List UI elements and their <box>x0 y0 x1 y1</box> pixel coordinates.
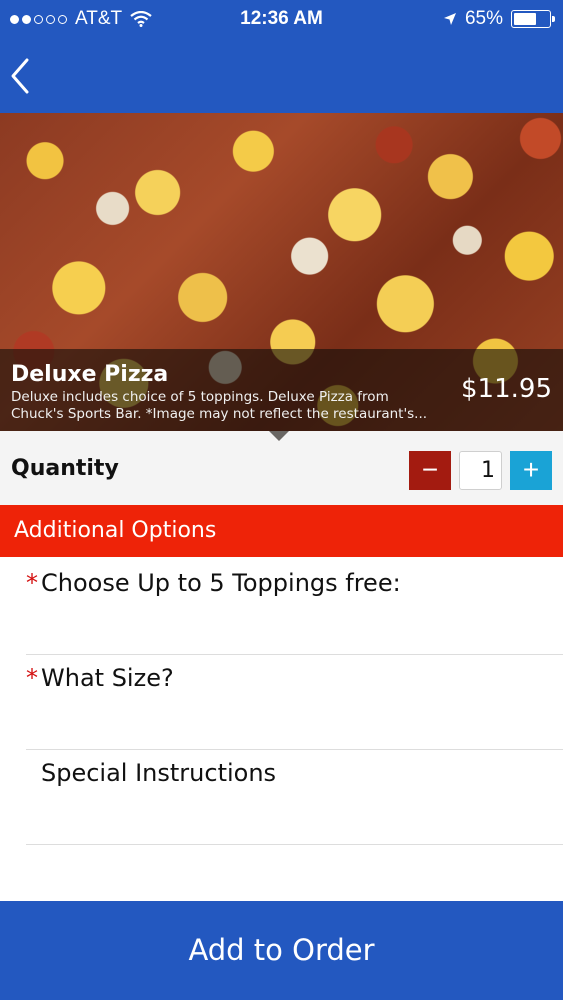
chevron-left-icon <box>11 58 29 94</box>
option-label: Choose Up to 5 Toppings free: <box>41 569 401 597</box>
item-description: Deluxe includes choice of 5 toppings. De… <box>11 389 451 423</box>
option-toppings[interactable]: * Choose Up to 5 Toppings free: <box>26 560 563 655</box>
quantity-label: Quantity <box>11 456 119 481</box>
battery-percent: 65% <box>464 8 503 29</box>
back-button[interactable] <box>8 56 40 100</box>
battery-icon <box>511 10 555 28</box>
option-special-instructions[interactable]: Special Instructions <box>26 750 563 845</box>
status-bar: AT&T 12:36 AM 65% <box>0 0 563 38</box>
increase-quantity-button[interactable]: + <box>510 451 552 490</box>
decrease-quantity-button[interactable]: − <box>409 451 451 490</box>
top-bar: AT&T 12:36 AM 65% <box>0 0 563 113</box>
item-price: $11.95 <box>461 374 552 404</box>
option-size[interactable]: * What Size? <box>26 655 563 750</box>
item-description-line: Chuck's Sports Bar. *Image may not refle… <box>11 406 428 422</box>
option-label: What Size? <box>41 664 174 692</box>
item-description-line: Deluxe includes choice of 5 toppings. De… <box>11 389 389 405</box>
additional-options-header: Additional Options <box>0 505 563 557</box>
required-marker: * <box>26 664 38 692</box>
add-to-order-button[interactable]: Add to Order <box>0 901 563 1000</box>
quantity-field[interactable]: 1 <box>459 451 502 490</box>
status-right: 65% <box>443 8 555 30</box>
option-label: Special Instructions <box>41 759 277 787</box>
item-name: Deluxe Pizza <box>11 362 169 387</box>
required-marker: * <box>26 569 38 597</box>
location-arrow-icon <box>443 13 456 25</box>
overlay-notch <box>269 431 289 441</box>
